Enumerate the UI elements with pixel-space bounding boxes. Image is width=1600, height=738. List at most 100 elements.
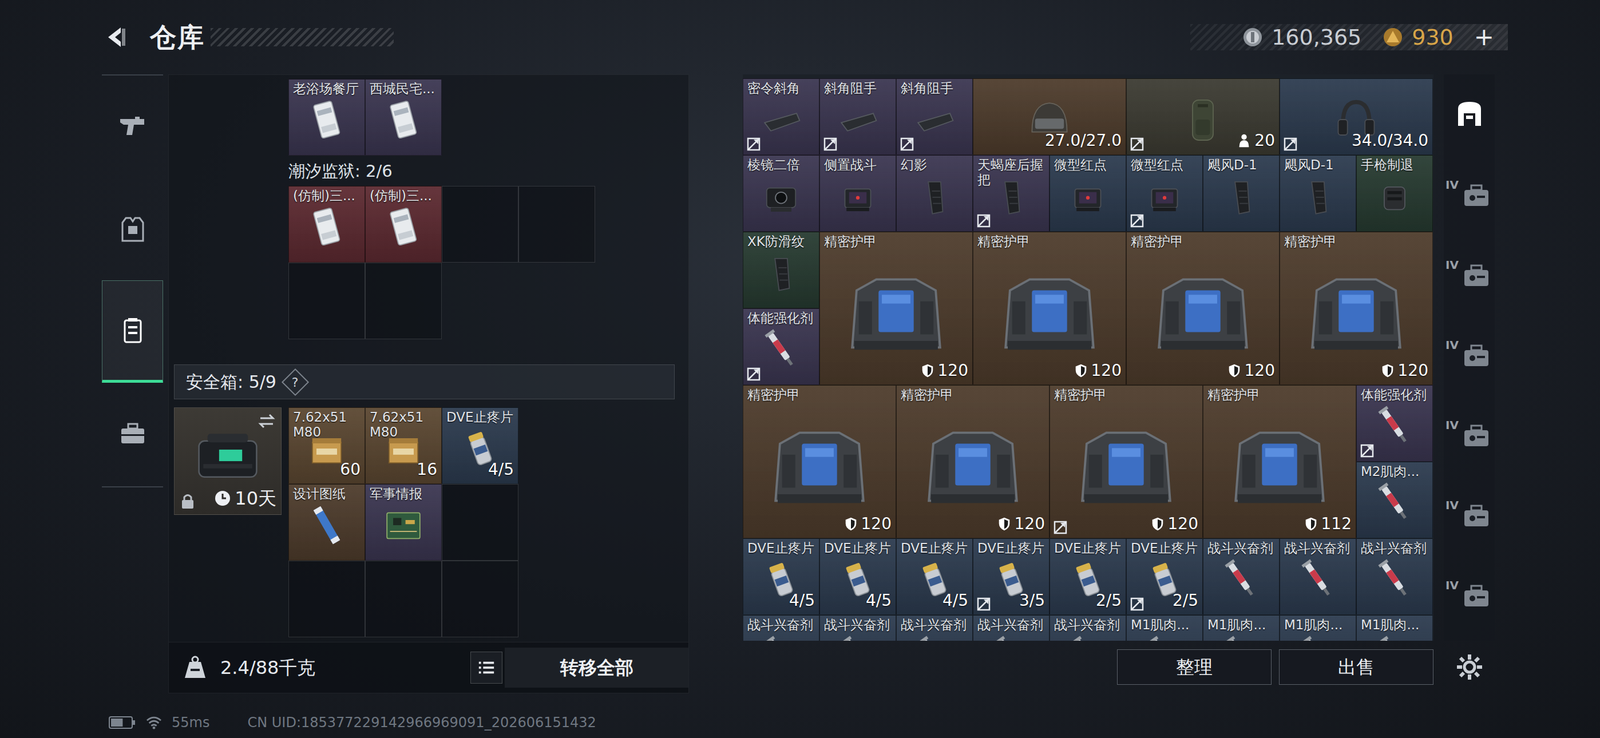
- attachment-icon: [904, 93, 965, 146]
- sidebar-item[interactable]: [101, 75, 164, 178]
- item-slot[interactable]: DVE止疼片4/5: [441, 407, 519, 485]
- storage-tab[interactable]: IV: [1443, 555, 1495, 636]
- item-slot[interactable]: 27.0/27.0: [972, 78, 1127, 156]
- stim-icon: [1211, 553, 1271, 606]
- sidebar-item[interactable]: [101, 382, 164, 486]
- sidebar-item[interactable]: [101, 177, 164, 281]
- item-slot[interactable]: 战斗兴奋剂: [1279, 538, 1357, 616]
- item-slot[interactable]: 军事情报: [365, 484, 442, 561]
- storage-tab[interactable]: IV: [1443, 394, 1495, 475]
- item-slot[interactable]: 7.62x51 M8016: [365, 407, 442, 485]
- storage-tab[interactable]: IV: [1443, 234, 1495, 315]
- item-slot[interactable]: 老浴场餐厅: [288, 78, 366, 156]
- item-slot[interactable]: 精密护甲120: [1126, 231, 1280, 386]
- item-name: 战斗兴奋剂: [1050, 615, 1126, 633]
- help-button[interactable]: ?: [281, 367, 310, 396]
- item-slot[interactable]: 7.62x51 M8060: [288, 407, 366, 485]
- storage-tab[interactable]: IV: [1443, 474, 1495, 556]
- item-slot[interactable]: 斜角阻手: [819, 78, 897, 156]
- item-slot[interactable]: (仿制)三...: [365, 185, 442, 263]
- item-slot[interactable]: 战斗兴奋剂: [1356, 538, 1433, 616]
- safe-box-card[interactable]: 10天: [173, 407, 282, 516]
- item-slot[interactable]: 手枪制退: [1356, 155, 1433, 232]
- grip-icon: [904, 170, 965, 223]
- item-slot[interactable]: 战斗兴奋剂: [819, 615, 897, 641]
- swap-icon[interactable]: [256, 411, 277, 431]
- storage-tab[interactable]: [1443, 74, 1495, 155]
- item-slot[interactable]: DVE止疼片4/5: [819, 538, 897, 616]
- item-slot[interactable]: 棱镜二倍: [742, 155, 820, 232]
- clock-icon: [214, 489, 232, 508]
- capacity-icon: [1237, 133, 1251, 149]
- item-slot[interactable]: M1肌肉...: [1126, 615, 1203, 641]
- item-slot[interactable]: 20: [1126, 78, 1280, 156]
- sight-icon: [1134, 170, 1195, 223]
- item-slot[interactable]: 微型红点: [1126, 155, 1203, 232]
- item-count-text: 120: [1397, 358, 1429, 383]
- item-count: 4/5: [942, 588, 969, 613]
- item-slot[interactable]: 精密护甲120: [742, 385, 897, 539]
- back-arrow-icon[interactable]: [101, 24, 129, 51]
- item-slot[interactable]: XK防滑纹: [742, 231, 820, 309]
- storage-tab[interactable]: IV: [1443, 314, 1495, 395]
- stim-icon: [1364, 553, 1425, 606]
- item-slot[interactable]: (仿制)三...: [288, 185, 366, 263]
- empty-slot: [441, 185, 519, 263]
- sidebar-item[interactable]: [101, 280, 164, 383]
- sell-button[interactable]: 出售: [1278, 649, 1434, 685]
- attachment-icon: [828, 93, 888, 146]
- item-slot[interactable]: 战斗兴奋剂: [1049, 615, 1127, 641]
- item-slot[interactable]: 侧置战斗: [819, 155, 897, 232]
- item-slot[interactable]: 密令斜角: [742, 78, 820, 156]
- item-slot[interactable]: DVE止疼片2/5: [1049, 538, 1127, 616]
- item-slot[interactable]: 34.0/34.0: [1279, 78, 1433, 156]
- item-slot[interactable]: 西城民宅...: [365, 78, 442, 156]
- stash-list: 老浴场餐厅西城民宅...潮汐监狱: 2/6(仿制)三...(仿制)三...安全箱…: [168, 74, 689, 643]
- item-slot[interactable]: 飓风D-1: [1279, 155, 1357, 232]
- item-slot[interactable]: 体能强化剂: [1356, 385, 1433, 462]
- item-slot[interactable]: 精密护甲120: [1279, 231, 1433, 386]
- item-slot[interactable]: 精密护甲112: [1202, 385, 1357, 539]
- item-count-text: 120: [937, 358, 969, 383]
- item-slot[interactable]: 幻影: [896, 155, 973, 232]
- storage-tab-list: IVIVIVIVIVIV: [1443, 74, 1495, 641]
- item-slot[interactable]: 微型红点: [1049, 155, 1127, 232]
- item-slot[interactable]: 天蝎座后握把: [972, 155, 1050, 232]
- topup-button[interactable]: +: [1474, 25, 1495, 50]
- shield-icon: [844, 516, 858, 532]
- item-slot[interactable]: 体能强化剂: [742, 308, 820, 386]
- item-slot[interactable]: 战斗兴奋剂: [742, 615, 820, 641]
- empty-slot: [441, 484, 519, 561]
- item-slot[interactable]: 精密护甲120: [1049, 385, 1203, 539]
- item-slot[interactable]: M1肌肉...: [1202, 615, 1280, 641]
- item-slot[interactable]: 斜角阻手: [896, 78, 973, 156]
- item-slot[interactable]: 精密护甲120: [819, 231, 973, 386]
- item-slot[interactable]: 战斗兴奋剂: [972, 615, 1050, 641]
- item-name: 精密护甲: [896, 385, 1049, 403]
- safe-box: 10天7.62x51 M80607.62x51 M8016DVE止疼片4/5 设计…: [173, 407, 689, 638]
- item-slot[interactable]: DVE止疼片4/5: [896, 538, 973, 616]
- stim-icon: [1364, 400, 1425, 453]
- item-slot[interactable]: 战斗兴奋剂: [896, 615, 973, 641]
- item-name: 老浴场餐厅: [288, 79, 365, 97]
- transfer-all-button[interactable]: 转移全部: [504, 647, 689, 688]
- item-slot[interactable]: 飓风D-1: [1202, 155, 1280, 232]
- item-slot[interactable]: M1肌肉...: [1279, 615, 1357, 641]
- item-slot[interactable]: DVE止疼片4/5: [742, 538, 820, 616]
- item-slot[interactable]: DVE止疼片3/5: [972, 538, 1050, 616]
- item-count-text: 3/5: [1019, 588, 1045, 613]
- item-slot[interactable]: 设计图纸: [288, 484, 366, 561]
- item-slot[interactable]: M2肌肉...: [1356, 461, 1433, 539]
- item-slot[interactable]: 精密护甲120: [972, 231, 1127, 386]
- gear-icon[interactable]: [1455, 652, 1484, 682]
- storage-tab[interactable]: IV: [1443, 154, 1495, 235]
- sort-button[interactable]: 整理: [1117, 649, 1272, 685]
- wallet: 160,365930+: [1190, 24, 1508, 51]
- item-slot[interactable]: 精密护甲120: [896, 385, 1050, 539]
- item-slot[interactable]: M1肌肉...: [1356, 615, 1433, 641]
- item-slot[interactable]: 战斗兴奋剂: [1202, 538, 1280, 616]
- list-view-button[interactable]: [470, 651, 503, 684]
- slot-grid: 老浴场餐厅西城民宅...: [288, 78, 689, 156]
- armor-icon: [762, 410, 877, 521]
- item-slot[interactable]: DVE止疼片2/5: [1126, 538, 1203, 616]
